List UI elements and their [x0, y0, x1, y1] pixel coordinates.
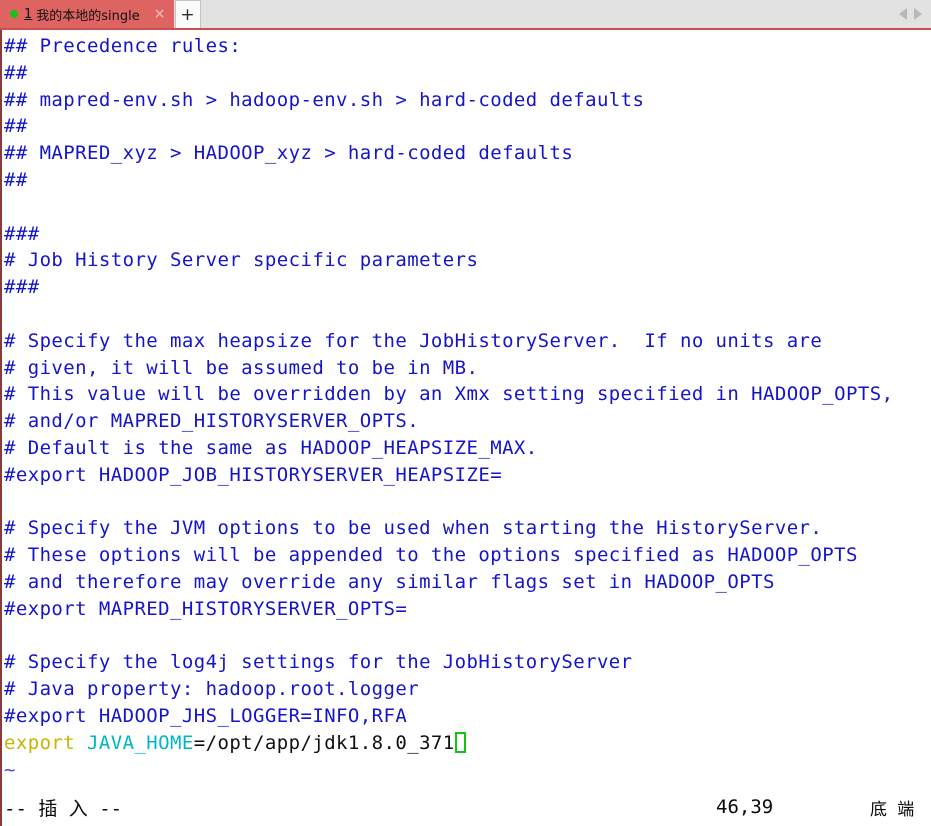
vim-line[interactable]	[4, 623, 931, 650]
vim-text-buffer[interactable]: ## Precedence rules: ## ## mapred-env.sh >…	[4, 30, 931, 826]
cursor-position-indicator: 46,39	[716, 796, 774, 818]
vim-line[interactable]: ## Precedence rules:	[4, 33, 931, 60]
env-var-name: JAVA_HOME	[87, 731, 194, 754]
close-icon[interactable]: ×	[154, 7, 166, 21]
vim-line[interactable]: ###	[4, 221, 931, 248]
vim-line[interactable]: # Specify the JVM options to be used whe…	[4, 515, 931, 542]
chevron-right-icon[interactable]	[914, 8, 922, 20]
vim-line[interactable]	[4, 194, 931, 221]
vim-line[interactable]: #export HADOOP_JHS_LOGGER=INFO,RFA	[4, 703, 931, 730]
vim-line[interactable]: ###	[4, 274, 931, 301]
terminal-pane[interactable]: ## Precedence rules: ## ## mapred-env.sh >…	[0, 30, 931, 826]
vim-line[interactable]: # Job History Server specific parameters	[4, 247, 931, 274]
vim-line[interactable]: # Specify the log4j settings for the Job…	[4, 649, 931, 676]
text-cursor	[454, 731, 466, 753]
vim-line[interactable]: ##	[4, 167, 931, 194]
vim-line[interactable]: # Java property: hadoop.root.logger	[4, 676, 931, 703]
vim-line[interactable]	[4, 489, 931, 516]
vim-line[interactable]: #export HADOOP_JOB_HISTORYSERVER_HEAPSIZ…	[4, 462, 931, 489]
tab-bar-spacer	[201, 0, 899, 28]
shell-keyword-export: export	[4, 731, 76, 754]
vim-line[interactable]: ## mapred-env.sh > hadoop-env.sh > hard-…	[4, 87, 931, 114]
tab-title-label: 我的本地的single	[36, 8, 140, 24]
tab-item-1[interactable]: 1 我的本地的single ×	[0, 0, 174, 28]
vim-line[interactable]: # This value will be overridden by an Xm…	[4, 381, 931, 408]
vim-line[interactable]: # These options will be appended to the …	[4, 542, 931, 569]
env-var-value: =/opt/app/jdk1.8.0_371	[193, 731, 455, 754]
vim-status-line: -- 插 入 -- 46,39 底 端	[4, 794, 931, 820]
vim-line[interactable]: # and therefore may override any similar…	[4, 569, 931, 596]
chevron-left-icon[interactable]	[899, 8, 907, 20]
vim-mode-indicator: -- 插 入 --	[4, 797, 123, 820]
vim-line[interactable]: # Specify the max heapsize for the JobHi…	[4, 328, 931, 355]
scroll-location-indicator: 底 端	[870, 799, 915, 820]
vim-empty-line-marker: ~	[4, 758, 16, 781]
tab-index-label: 1	[24, 6, 33, 22]
vim-line[interactable]: #export MAPRED_HISTORYSERVER_OPTS=	[4, 596, 931, 623]
new-tab-button[interactable]: +	[174, 0, 201, 28]
connection-status-dot-icon	[10, 10, 18, 18]
tab-nav-arrows	[899, 0, 931, 28]
vim-line-export[interactable]: export JAVA_HOME=/opt/app/jdk1.8.0_371	[4, 730, 931, 757]
vim-line[interactable]: # Default is the same as HADOOP_HEAPSIZE…	[4, 435, 931, 462]
vim-line[interactable]: # given, it will be assumed to be in MB.	[4, 355, 931, 382]
vim-line[interactable]: ##	[4, 60, 931, 87]
vim-line[interactable]: # and/or MAPRED_HISTORYSERVER_OPTS.	[4, 408, 931, 435]
vim-line[interactable]: ##	[4, 113, 931, 140]
vim-line[interactable]	[4, 301, 931, 328]
vim-lines-host: ## Precedence rules: ## ## mapred-env.sh >…	[4, 33, 931, 730]
export-line-space	[75, 732, 87, 754]
vim-line[interactable]: ## MAPRED_xyz > HADOOP_xyz > hard-coded …	[4, 140, 931, 167]
tab-bar: 1 我的本地的single × +	[0, 0, 931, 30]
